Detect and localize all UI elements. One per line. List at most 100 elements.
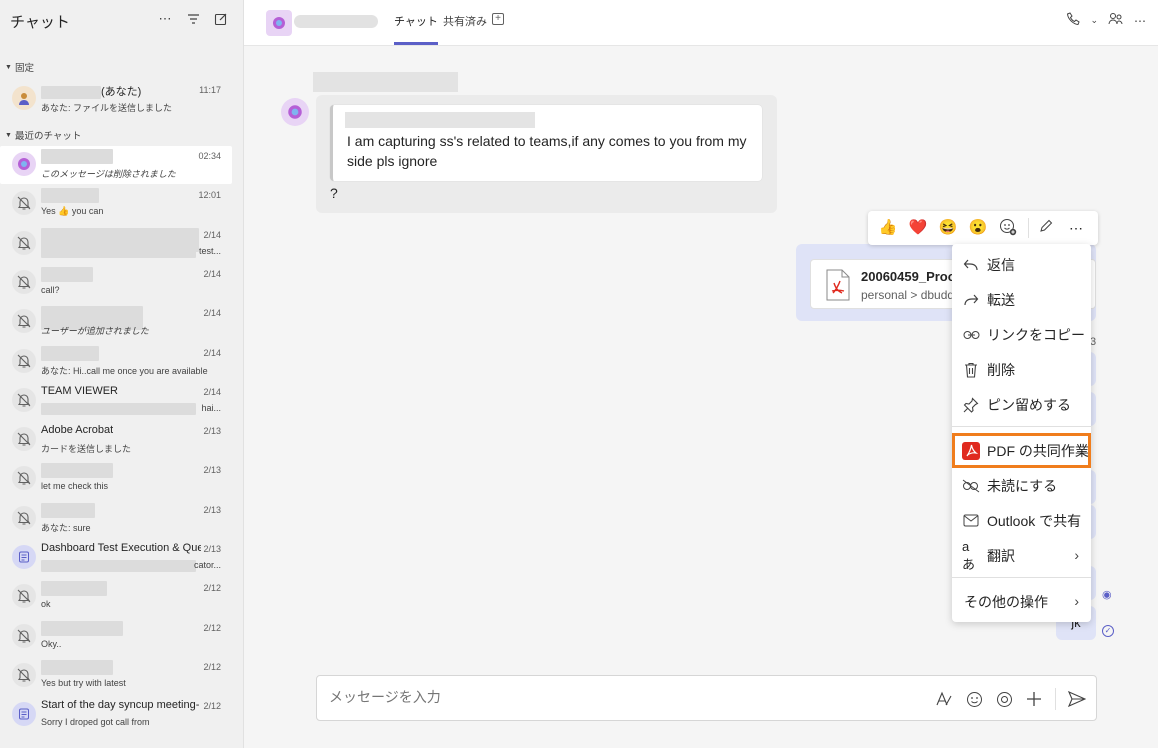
chat-list-item[interactable]: Dashboard Test Execution & Queries cator.… (0, 539, 232, 577)
chat-name (41, 149, 113, 164)
link-icon (962, 326, 980, 344)
menu-item-mark-unread[interactable]: 未読にする (952, 468, 1091, 503)
reply-icon (962, 256, 980, 274)
pdf-file-icon (826, 269, 850, 301)
chat-time: 11:17 (199, 85, 221, 95)
tab-chat[interactable]: チャット (394, 13, 438, 45)
menu-item-forward[interactable]: 転送 (952, 282, 1091, 317)
chat-time: 2/14 (203, 229, 221, 240)
add-tab-icon[interactable]: + (492, 13, 504, 25)
more-options-icon[interactable]: ⋯ (1066, 218, 1086, 238)
file-name: 20060459_Proo (861, 269, 956, 284)
pinned-section-label[interactable]: ▼ 固定 (5, 60, 34, 74)
group-chat-icon (12, 702, 36, 727)
heart-reaction[interactable]: ❤️ (908, 218, 928, 238)
chat-avatar[interactable] (266, 10, 292, 36)
user-avatar (12, 86, 36, 110)
chat-preview: このメッセージは削除されました (41, 169, 176, 179)
chat-list-item[interactable]: test... 2/14 (0, 225, 232, 263)
chat-list-item[interactable]: Start of the day syncup meeting- 3... Sor… (0, 696, 232, 734)
chat-header: チャット 共有済み + ⌄ ⋯ (244, 0, 1158, 46)
menu-item-more-actions[interactable]: その他の操作 › (952, 584, 1091, 619)
chat-list-item[interactable]: あなた: sure 2/13 (0, 500, 232, 538)
chat-preview: Sorry I droped got call from (41, 717, 150, 728)
menu-item-pin[interactable]: ピン留めする (952, 387, 1091, 422)
chat-list-item[interactable]: ok 2/12 (0, 578, 232, 616)
chat-list-item[interactable]: Adobe Acrobat カードを送信しました 2/13 (0, 421, 232, 459)
compose-box (316, 675, 1097, 721)
add-icon[interactable] (1025, 690, 1043, 708)
call-icon[interactable] (1067, 12, 1081, 29)
surprised-reaction[interactable]: 😮 (968, 218, 988, 238)
reaction-bar: 👍 ❤️ 😆 😮 ⋯ (868, 211, 1098, 245)
chat-name: (あなた) (41, 83, 141, 99)
chat-list-item[interactable]: let me check this 2/13 (0, 460, 232, 498)
redacted-preview (41, 245, 196, 258)
more-options-icon[interactable]: ⋯ (1134, 14, 1146, 28)
menu-item-translate[interactable]: aあ 翻訳 › (952, 538, 1091, 573)
group-chat-icon (12, 545, 36, 569)
sender-avatar[interactable] (281, 98, 309, 126)
menu-divider (952, 577, 1091, 578)
seen-eye-icon: ◉ (1102, 589, 1112, 601)
recent-section-label[interactable]: ▼ 最近のチャット (5, 128, 81, 142)
loop-component-icon[interactable] (995, 690, 1013, 708)
message-bubble[interactable]: I am capturing ss's related to teams,if … (316, 95, 777, 213)
menu-item-share-outlook[interactable]: Outlook で共有 (952, 503, 1091, 538)
chat-list-item[interactable]: このメッセージは削除されました 02:34 (0, 146, 232, 184)
chat-preview (41, 245, 196, 258)
chevron-down-icon[interactable]: ⌄ (1090, 15, 1098, 26)
menu-item-pdf-collaborate[interactable]: PDF の共同作業 (952, 433, 1091, 468)
add-reaction-icon[interactable] (998, 218, 1018, 238)
chat-preview: ok (41, 599, 51, 610)
chat-list-item[interactable]: Oky.. 2/12 (0, 618, 232, 656)
menu-item-delete[interactable]: 削除 (952, 352, 1091, 387)
chevron-right-icon: › (1074, 547, 1079, 563)
chat-name (41, 345, 99, 361)
participants-icon[interactable] (1108, 12, 1124, 29)
menu-item-reply[interactable]: 返信 (952, 247, 1091, 282)
redacted-preview (41, 402, 196, 415)
quoted-message[interactable]: I am capturing ss's related to teams,if … (330, 105, 762, 181)
emoji-icon[interactable] (965, 690, 983, 708)
chat-item-self[interactable]: (あなた) あなた: ファイルを送信しました 11:17 (0, 80, 232, 118)
menu-item-copy-link[interactable]: リンクをコピー (952, 317, 1091, 352)
chat-name (41, 502, 95, 518)
chat-time: 2/14 (203, 347, 221, 358)
redacted-name (41, 581, 107, 597)
muted-bell-icon (12, 309, 36, 334)
new-chat-icon[interactable] (214, 11, 228, 27)
chat-name: Start of the day syncup meeting- 3... (41, 699, 201, 712)
chat-name (41, 266, 93, 282)
format-icon[interactable] (935, 690, 953, 708)
thumbs-up-reaction[interactable]: 👍 (878, 218, 898, 238)
edit-icon[interactable] (1036, 218, 1056, 238)
chat-preview: Oky.. (41, 638, 62, 649)
chat-list-item[interactable]: あなた: Hi..call me once you are available 2… (0, 343, 232, 381)
trash-icon (962, 361, 980, 379)
chat-list-item[interactable]: ユーザーが追加されました 2/14 (0, 303, 232, 341)
send-icon[interactable] (1068, 690, 1086, 708)
chat-list-item[interactable]: Yes but try with latest 2/12 (0, 657, 232, 695)
chat-list-item[interactable]: call? 2/14 (0, 264, 232, 302)
redacted-name (41, 463, 113, 479)
filter-icon[interactable] (186, 11, 200, 27)
message-input[interactable] (329, 689, 829, 705)
file-path: personal > dbuddh (861, 288, 961, 302)
chat-time: 2/13 (203, 504, 221, 515)
chat-list-item[interactable]: TEAM VIEWER hai... 2/14 (0, 382, 232, 420)
muted-bell-icon (12, 623, 36, 648)
mail-icon (962, 512, 980, 530)
tab-shared[interactable]: 共有済み (443, 13, 487, 45)
message-text: ? (330, 185, 338, 201)
more-options-icon[interactable]: ⋯ (158, 11, 172, 27)
muted-bell-icon (12, 230, 36, 255)
message-context-menu: 返信 転送 リンクをコピー 削除 ピン留めする PDF の共同作業 未読にする … (952, 244, 1091, 622)
chat-list-item[interactable]: Yes 👍 you can 12:01 (0, 185, 232, 223)
chat-preview: let me check this (41, 481, 109, 492)
chat-time: 2/14 (203, 268, 221, 279)
laugh-reaction[interactable]: 😆 (938, 218, 958, 238)
chat-preview: あなた: Hi..call me once you are available (41, 365, 208, 376)
muted-bell-icon (12, 348, 36, 373)
chat-time: 2/14 (203, 308, 221, 319)
